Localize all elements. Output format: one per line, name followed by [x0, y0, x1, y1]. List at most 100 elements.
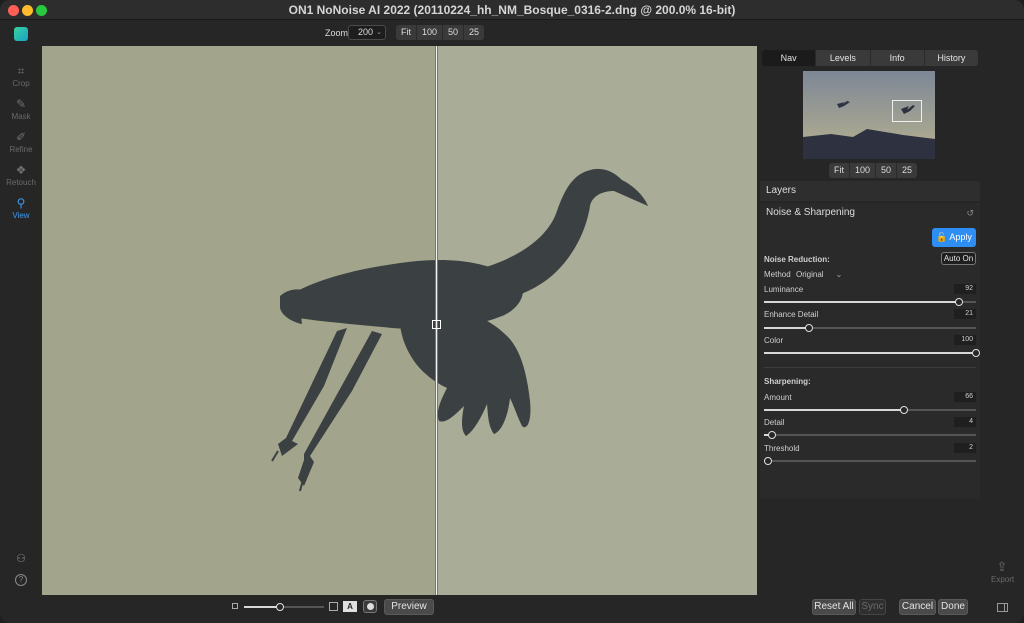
large-view-icon [329, 602, 338, 611]
mask-view-button[interactable] [363, 600, 377, 613]
threshold-label: Threshold [764, 444, 800, 453]
tab-info[interactable]: Info [871, 50, 925, 66]
crop-icon: ⌗ [17, 64, 25, 78]
view-size-slider[interactable] [244, 603, 324, 611]
sync-button[interactable]: Sync [859, 599, 886, 615]
luminance-slider-fill [764, 301, 960, 303]
done-button[interactable]: Done [938, 599, 968, 615]
refine-brush-icon: ✐ [15, 130, 27, 144]
unlock-icon: 🔓 [936, 232, 948, 242]
method-select[interactable]: Original ⌄ [796, 270, 842, 279]
enhance-detail-label: Enhance Detail [764, 310, 819, 319]
amount-label: Amount [764, 393, 792, 402]
tool-retouch[interactable]: ❖ Retouch [0, 163, 42, 187]
zoom-25-button[interactable]: 25 [464, 25, 484, 40]
amount-slider-fill [764, 409, 904, 411]
app-logo-icon [14, 27, 28, 41]
export-button[interactable]: ⇪ Export [991, 559, 1014, 584]
amount-slider-knob[interactable] [899, 406, 908, 414]
layers-header[interactable]: Layers [760, 181, 980, 201]
amount-slider[interactable] [764, 406, 976, 414]
image-canvas[interactable] [42, 46, 757, 595]
color-value[interactable]: 100 [954, 335, 976, 345]
nav-zoom-fit-button[interactable]: Fit [829, 163, 850, 178]
zoom-presets: Fit 100 50 25 [396, 25, 485, 40]
color-slider-knob[interactable] [972, 349, 980, 357]
crane-image [271, 168, 648, 492]
reset-all-button[interactable]: Reset All [812, 599, 856, 615]
apply-label: Apply [949, 232, 972, 242]
nav-zoom-25-button[interactable]: 25 [897, 163, 917, 178]
app-window: ON1 NoNoise AI 2022 (20110224_hh_NM_Bosq… [0, 0, 1024, 623]
navigator-viewport-box[interactable] [892, 100, 922, 122]
cancel-button[interactable]: Cancel [899, 599, 936, 615]
chevron-down-icon: ⌄ [835, 270, 843, 279]
tool-view[interactable]: ⚲ View [0, 196, 42, 220]
detail-label: Detail [764, 418, 785, 427]
detail-slider-knob[interactable] [768, 431, 777, 439]
amount-value[interactable]: 66 [954, 392, 976, 402]
window-title: ON1 NoNoise AI 2022 (20110224_hh_NM_Bosq… [288, 3, 736, 17]
top-toolbar: Zoom 200 ⌄ Fit 100 50 25 [0, 20, 1024, 46]
navigator-thumbnail[interactable] [803, 71, 935, 159]
export-icon: ⇪ [996, 559, 1008, 574]
zoom-100-button[interactable]: 100 [417, 25, 444, 40]
method-label: Method [764, 270, 791, 279]
enhance-detail-value[interactable]: 21 [954, 309, 976, 319]
threshold-value[interactable]: 2 [954, 443, 976, 453]
color-slider-fill [764, 352, 976, 354]
luminance-value[interactable]: 92 [954, 284, 976, 294]
tool-retouch-label: Retouch [6, 178, 36, 187]
tool-mask-label: Mask [11, 112, 31, 121]
zoom-select[interactable]: 200 ⌄ [348, 25, 386, 40]
luminance-slider[interactable] [764, 298, 976, 306]
split-view-handle[interactable] [432, 320, 441, 329]
view-size-slider-fill [244, 606, 280, 608]
threshold-slider[interactable] [764, 457, 976, 465]
panel-toggle-icon[interactable] [997, 603, 1008, 612]
reset-filter-icon[interactable]: ↺ [966, 203, 974, 223]
color-label: Color [764, 336, 784, 345]
zoom-fit-button[interactable]: Fit [396, 25, 417, 40]
help-icon[interactable]: ? [15, 574, 27, 586]
enhance-detail-slider-knob[interactable] [804, 324, 813, 332]
method-value: Original [796, 270, 824, 279]
nav-zoom-100-button[interactable]: 100 [850, 163, 877, 178]
small-view-icon [232, 603, 238, 609]
luminance-slider-knob[interactable] [955, 298, 964, 306]
detail-slider[interactable] [764, 431, 976, 439]
filter-title: Noise & Sharpening [766, 207, 855, 218]
tool-crop[interactable]: ⌗ Crop [0, 64, 42, 88]
filter-header[interactable]: Noise & Sharpening ↺ [760, 203, 980, 223]
user-settings-icon[interactable]: ⚇ [15, 553, 27, 565]
tab-levels[interactable]: Levels [816, 50, 871, 66]
threshold-slider-knob[interactable] [764, 457, 773, 465]
tool-view-label: View [12, 211, 30, 220]
right-panel: Nav Levels Info History Fit 100 50 25 La… [757, 46, 1024, 595]
auto-on-button[interactable]: Auto On [941, 252, 976, 265]
tool-mask[interactable]: ✎ Mask [0, 97, 42, 121]
nav-zoom-50-button[interactable]: 50 [876, 163, 898, 178]
section-divider [764, 367, 976, 368]
color-slider[interactable] [764, 349, 980, 357]
noise-reduction-heading: Noise Reduction: [764, 255, 830, 264]
view-size-slider-knob[interactable] [276, 603, 284, 611]
apply-button[interactable]: 🔓 Apply [932, 228, 976, 247]
left-toolbar: ⌗ Crop ✎ Mask ✐ Refine ❖ Retouch ⚲ View … [0, 27, 42, 606]
tab-history[interactable]: History [925, 50, 978, 66]
zoom-50-button[interactable]: 50 [443, 25, 465, 40]
nav-zoom-presets: Fit 100 50 25 [829, 163, 918, 178]
tool-crop-label: Crop [12, 79, 30, 88]
enhance-detail-slider[interactable] [764, 324, 976, 332]
tool-refine[interactable]: ✐ Refine [0, 130, 42, 154]
preview-button[interactable]: Preview [384, 599, 434, 615]
bottom-bar: A Preview Reset All Sync Cancel Done [42, 595, 1024, 623]
tool-refine-label: Refine [9, 145, 33, 154]
before-after-toggle-icon[interactable]: A [343, 601, 357, 612]
enhance-detail-slider-fill [764, 327, 809, 329]
title-bar: ON1 NoNoise AI 2022 (20110224_hh_NM_Bosq… [0, 0, 1024, 20]
sharpening-heading: Sharpening: [764, 377, 811, 386]
tab-nav[interactable]: Nav [762, 50, 817, 66]
detail-value[interactable]: 4 [954, 417, 976, 427]
retouch-icon: ❖ [15, 163, 27, 177]
